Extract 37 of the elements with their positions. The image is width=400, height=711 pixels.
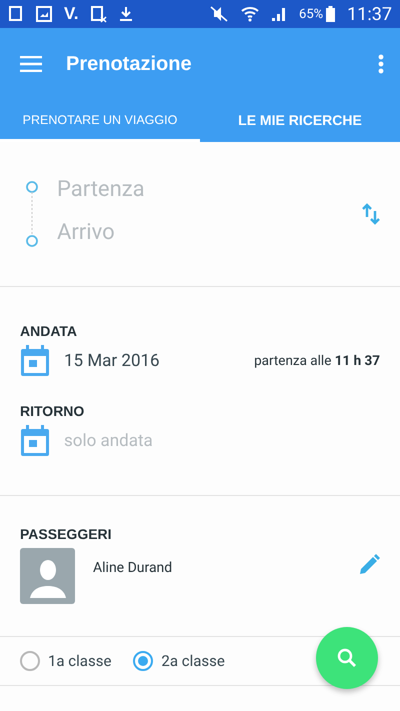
app-initial-text: V. [64, 4, 79, 24]
passenger-name: Aline Durand [93, 560, 174, 576]
radio-button[interactable] [133, 651, 154, 671]
section-label: RITORNO [20, 403, 86, 419]
pencil-icon[interactable] [358, 554, 380, 576]
swap-icon[interactable] [362, 203, 380, 225]
search-icon [337, 648, 357, 668]
image-icon [36, 6, 52, 22]
menu-icon[interactable] [20, 56, 42, 72]
date-field[interactable]: solo andata [64, 431, 380, 451]
clock-time: 11:37 [347, 4, 392, 24]
document-icon [90, 6, 107, 22]
arrival-field[interactable]: Arrivo [57, 220, 362, 245]
signal-icon [271, 6, 288, 22]
search-button[interactable] [316, 627, 378, 689]
calendar-icon [20, 345, 50, 377]
class-label: 2a classe [161, 652, 225, 670]
battery-icon [326, 6, 336, 22]
notification-icon [8, 6, 24, 22]
departure-field[interactable]: Partenza [57, 177, 362, 202]
section-label: ANDATA [20, 323, 78, 339]
mute-icon [209, 6, 230, 22]
more-options-icon[interactable] [378, 54, 384, 74]
download-icon [118, 6, 133, 22]
calendar-icon [20, 425, 50, 457]
class-label: 1a classe [48, 652, 112, 670]
radio-button[interactable] [20, 651, 40, 671]
wifi-icon [241, 6, 260, 22]
departure-time[interactable]: partenza alle 11 h 37 [254, 353, 380, 369]
section-label: PASSEGGERI [20, 526, 113, 542]
tab[interactable]: LE MIE RICERCHE [200, 100, 400, 142]
avatar [20, 548, 75, 604]
route-line-icon [24, 179, 40, 249]
date-field[interactable]: 15 Mar 2016 [64, 351, 240, 371]
battery-percentage: 65% [299, 6, 324, 22]
screen-title: Prenotazione [66, 52, 193, 76]
tab[interactable]: PRENOTARE UN VIAGGIO [0, 100, 200, 142]
